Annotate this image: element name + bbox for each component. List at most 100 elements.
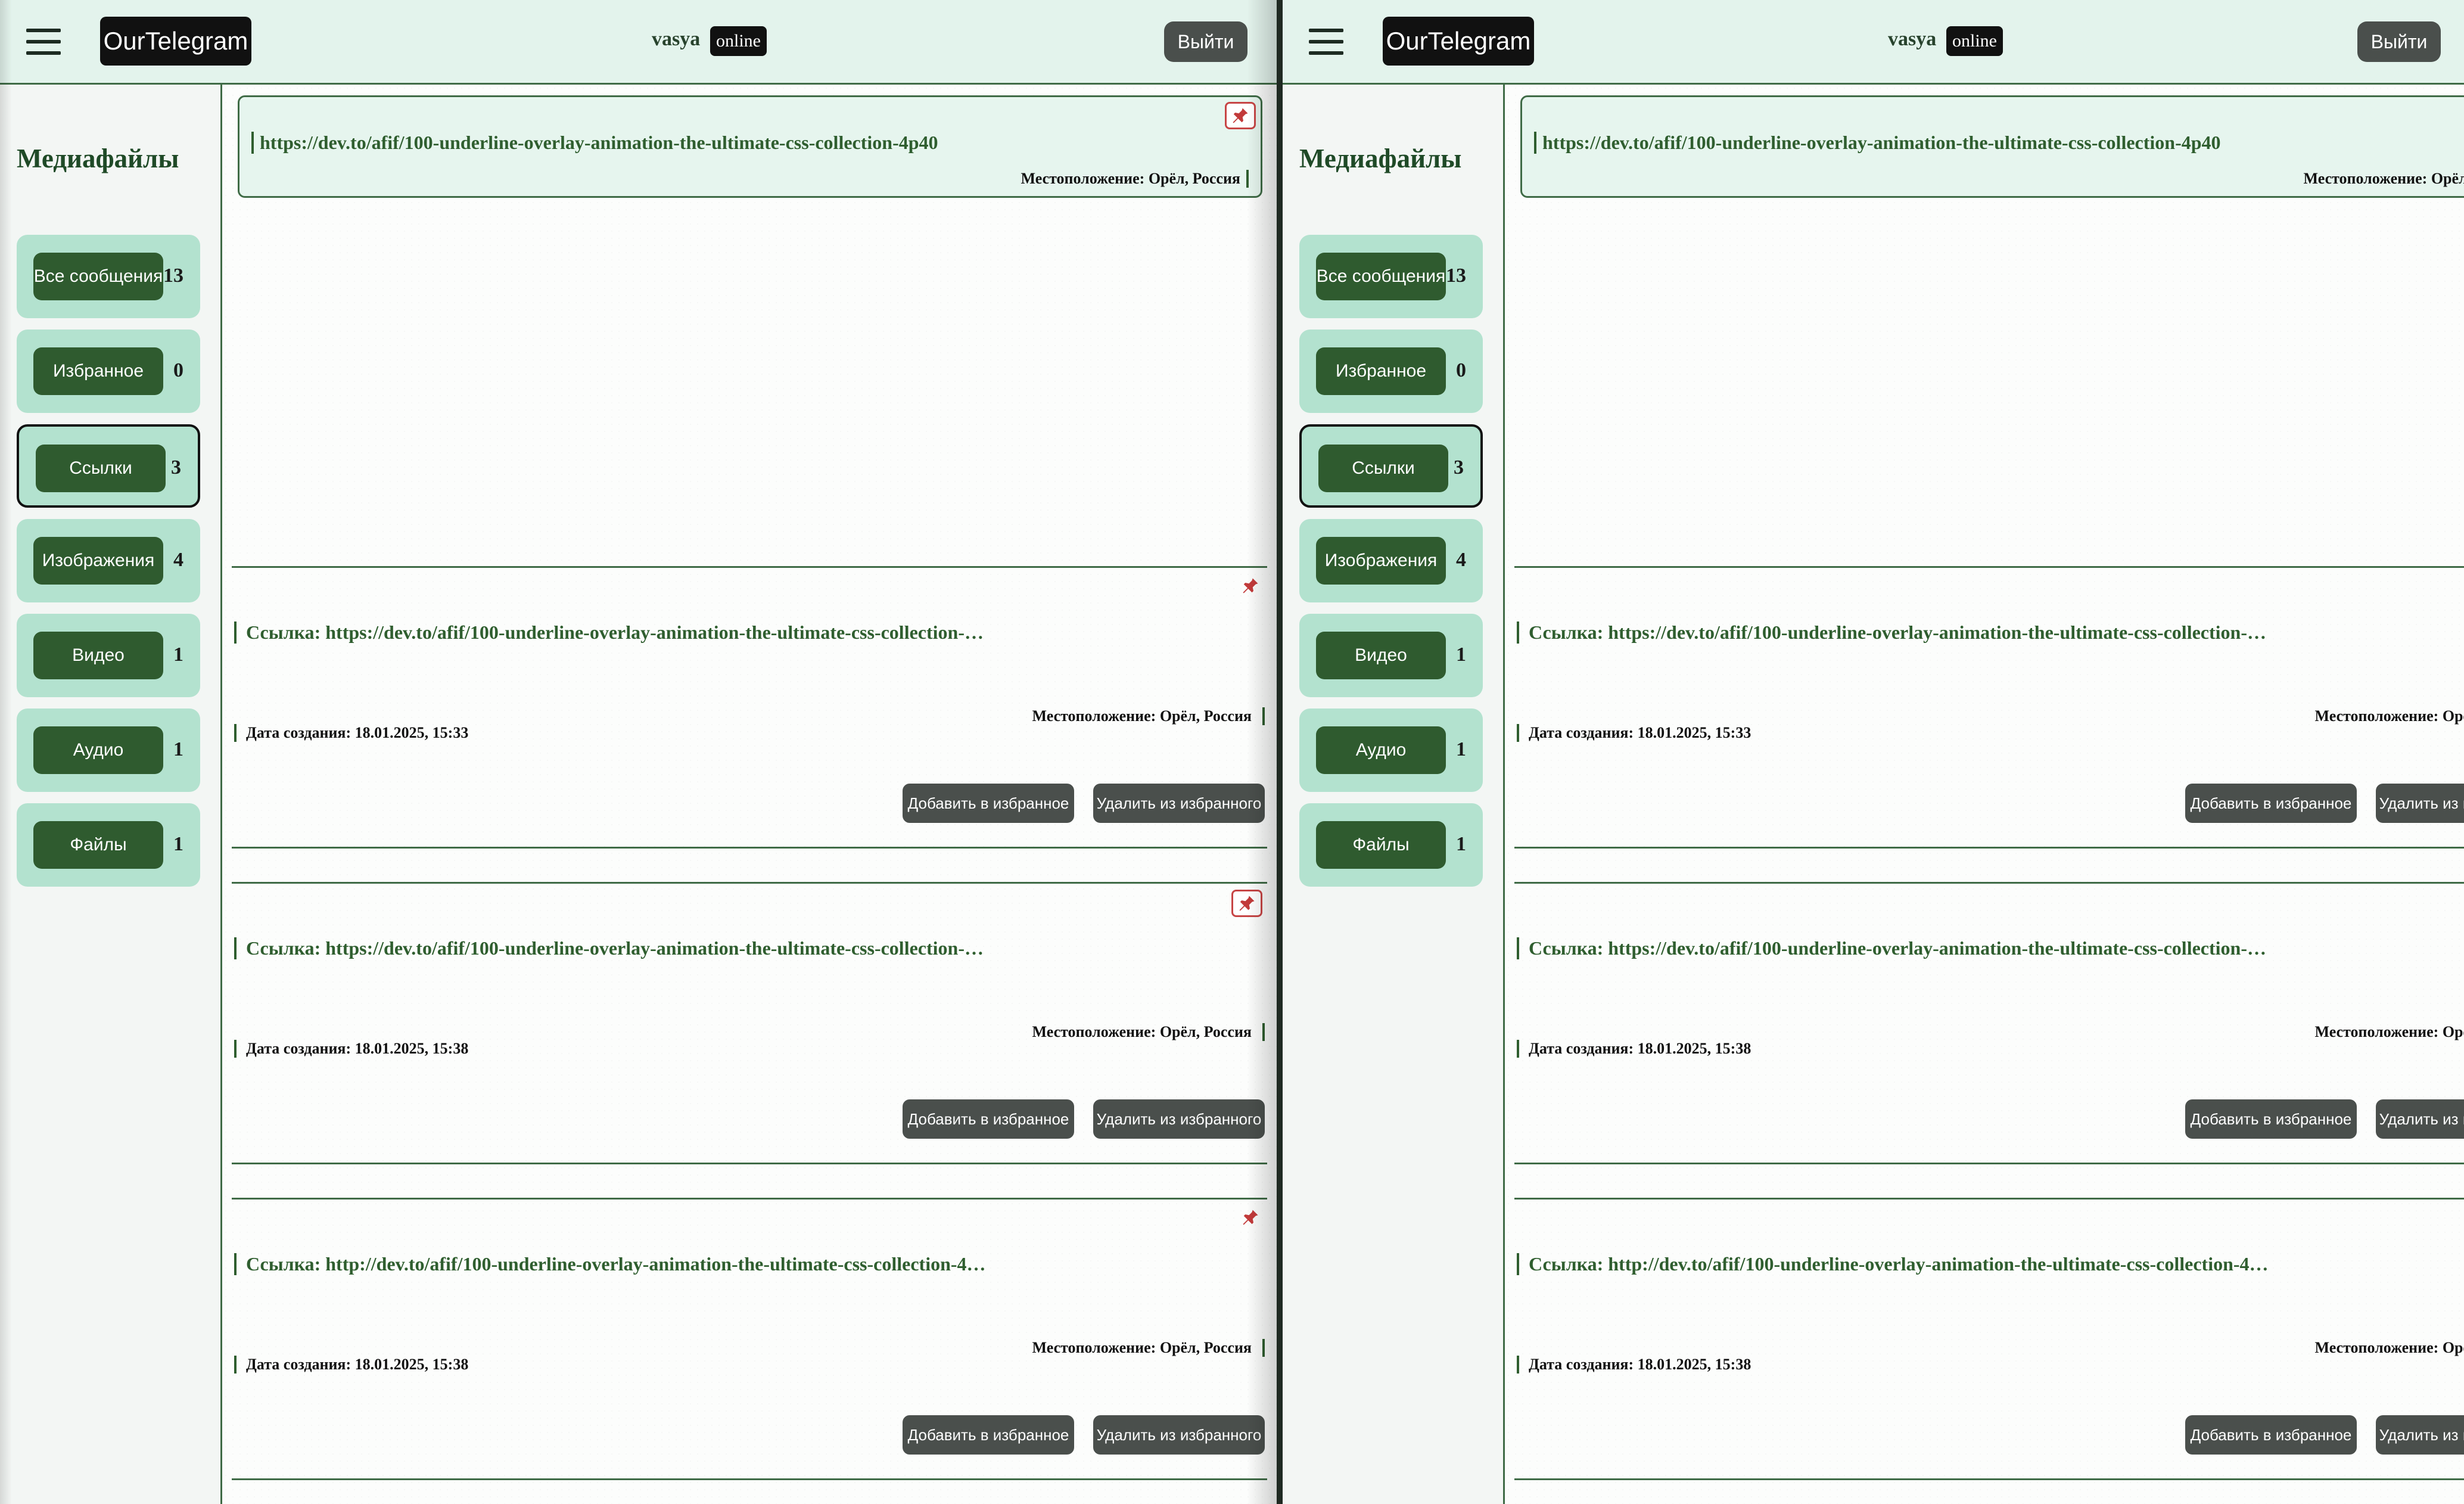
message-divider — [232, 1163, 1267, 1164]
sidebar-item[interactable]: Избранное 0 — [17, 330, 200, 413]
sidebar-item[interactable]: Файлы 1 — [1299, 803, 1483, 887]
sidebar-item-count: 1 — [1456, 833, 1466, 855]
message-link[interactable]: Ссылка: http://dev.to/afif/100-underline… — [1517, 1253, 2269, 1275]
sidebar-item[interactable]: Аудио 1 — [1299, 709, 1483, 792]
sidebar-item[interactable]: Файлы 1 — [17, 803, 200, 887]
sidebar-item-button[interactable]: Файлы — [1316, 821, 1446, 869]
message-location: Местоположение: Орёл, Россия — [2315, 707, 2464, 725]
remove-favorite-button[interactable]: Удалить из избранного — [1093, 1415, 1265, 1455]
sidebar-item-count: 1 — [173, 644, 183, 666]
edge-shadow — [0, 0, 12, 1504]
message-feed[interactable]: https://dev.to/afif/100-underline-overla… — [222, 85, 1277, 1504]
message-feed[interactable]: https://dev.to/afif/100-underline-overla… — [1505, 85, 2464, 1504]
message-location: Местоположение: Орёл, Россия — [1032, 1339, 1265, 1357]
remove-favorite-button[interactable]: Удалить из избранного — [2376, 784, 2464, 823]
sidebar-item-count: 1 — [173, 738, 183, 760]
sidebar-item[interactable]: Ссылки 3 — [17, 424, 200, 508]
message-link[interactable]: Ссылка: https://dev.to/afif/100-underlin… — [1517, 622, 2266, 644]
pane-left: OurTelegram vasya online Выйти Медиафайл… — [0, 0, 1277, 1504]
sidebar-item-count: 1 — [173, 833, 183, 855]
sidebar-item[interactable]: Видео 1 — [17, 614, 200, 697]
divider-shadow — [1247, 0, 1277, 1504]
message-card: Ссылка: http://dev.to/afif/100-underline… — [1514, 1198, 2464, 1480]
message-date: Дата создания: 18.01.2025, 15:33 — [1517, 724, 1751, 742]
remove-favorite-button[interactable]: Удалить из избранного — [2376, 1099, 2464, 1139]
sidebar-item-count: 1 — [1456, 738, 1466, 760]
add-favorite-button[interactable]: Добавить в избранное — [2185, 1099, 2357, 1139]
message-link[interactable]: Ссылка: https://dev.to/afif/100-underlin… — [234, 622, 984, 644]
message-link[interactable]: Ссылка: https://dev.to/afif/100-underlin… — [1517, 937, 2266, 959]
add-favorite-button[interactable]: Добавить в избранное — [2185, 784, 2357, 823]
username: vasya — [652, 28, 701, 50]
online-status-badge: online — [1946, 26, 2003, 56]
remove-favorite-button[interactable]: Удалить из избранного — [1093, 784, 1265, 823]
sidebar-item-button[interactable]: Избранное — [33, 347, 163, 395]
sidebar-item-count: 4 — [1456, 549, 1466, 571]
sidebar-item-count: 3 — [171, 456, 181, 478]
sidebar-item-button[interactable]: Аудио — [1316, 726, 1446, 774]
sidebar-item[interactable]: Ссылки 3 — [1299, 424, 1483, 508]
sidebar-item-count: 3 — [1454, 456, 1464, 478]
sidebar-item-button[interactable]: Все сообщения — [1316, 253, 1446, 300]
sidebar-item-button[interactable]: Видео — [33, 632, 163, 679]
message-divider — [232, 1478, 1267, 1480]
remove-favorite-button[interactable]: Удалить из избранного — [1093, 1099, 1265, 1139]
add-favorite-button[interactable]: Добавить в избранное — [903, 1415, 1074, 1455]
logout-button[interactable]: Выйти — [1164, 21, 1247, 62]
message-card: Ссылка: https://dev.to/afif/100-underlin… — [232, 566, 1267, 849]
sidebar-item-count: 0 — [1456, 359, 1466, 381]
sidebar-item-button[interactable]: Изображения — [33, 537, 163, 585]
sidebar-title: Медиафайлы — [17, 144, 179, 173]
sidebar-item[interactable]: Аудио 1 — [17, 709, 200, 792]
add-favorite-button[interactable]: Добавить в избранное — [903, 1099, 1074, 1139]
hamburger-menu-icon[interactable] — [1309, 29, 1343, 55]
sidebar-item[interactable]: Все сообщения 13 — [1299, 235, 1483, 318]
message-date: Дата создания: 18.01.2025, 15:38 — [234, 1356, 468, 1374]
sidebar-item[interactable]: Изображения 4 — [17, 519, 200, 602]
sidebar-item-button[interactable]: Изображения — [1316, 537, 1446, 585]
username: vasya — [1888, 28, 1937, 50]
message-location: Местоположение: Орёл, Россия — [2315, 1023, 2464, 1041]
message-divider — [1514, 1478, 2464, 1480]
pinned-message[interactable]: https://dev.to/afif/100-underline-overla… — [1520, 95, 2464, 198]
message-link[interactable]: Ссылка: https://dev.to/afif/100-underlin… — [234, 937, 984, 959]
top-header: OurTelegram vasya online Выйти — [1283, 0, 2464, 85]
add-favorite-button[interactable]: Добавить в избранное — [2185, 1415, 2357, 1455]
top-header: OurTelegram vasya online Выйти — [0, 0, 1277, 85]
app-logo[interactable]: OurTelegram — [100, 17, 251, 66]
message-date: Дата создания: 18.01.2025, 15:38 — [234, 1040, 468, 1058]
sidebar-item-button[interactable]: Ссылки — [1318, 445, 1448, 492]
sidebar-item-button[interactable]: Ссылки — [36, 445, 166, 492]
sidebar-item[interactable]: Видео 1 — [1299, 614, 1483, 697]
message-link[interactable]: Ссылка: http://dev.to/afif/100-underline… — [234, 1253, 986, 1275]
sidebar-item[interactable]: Все сообщения 13 — [17, 235, 200, 318]
window-divider — [1277, 0, 1283, 1504]
app-logo[interactable]: OurTelegram — [1383, 17, 1534, 66]
sidebar-item-button[interactable]: Аудио — [33, 726, 163, 774]
pinned-location: Местоположение: Орёл, Россия — [1021, 170, 1249, 188]
message-date: Дата создания: 18.01.2025, 15:38 — [1517, 1356, 1751, 1374]
add-favorite-button[interactable]: Добавить в избранное — [903, 784, 1074, 823]
sidebar-item-button[interactable]: Все сообщения — [33, 253, 163, 300]
logout-button[interactable]: Выйти — [2357, 21, 2441, 62]
sidebar-item-button[interactable]: Избранное — [1316, 347, 1446, 395]
sidebar-item-count: 13 — [163, 265, 183, 287]
sidebar-item-button[interactable]: Файлы — [33, 821, 163, 869]
online-status-badge: online — [710, 26, 767, 56]
sidebar-item-count: 13 — [1446, 265, 1466, 287]
message-card: Ссылка: http://dev.to/afif/100-underline… — [232, 1198, 1267, 1480]
pinned-message[interactable]: https://dev.to/afif/100-underline-overla… — [238, 95, 1262, 198]
sidebar-item-count: 1 — [1456, 644, 1466, 666]
sidebar-item[interactable]: Изображения 4 — [1299, 519, 1483, 602]
sidebar-item[interactable]: Избранное 0 — [1299, 330, 1483, 413]
sidebar-item-button[interactable]: Видео — [1316, 632, 1446, 679]
hamburger-menu-icon[interactable] — [26, 29, 61, 55]
pinned-location: Местоположение: Орёл, Россия — [2304, 170, 2464, 188]
media-sidebar: Медиафайлы Все сообщения 13 Избранное 0 Ссыл… — [0, 85, 222, 1504]
sidebar-title: Медиафайлы — [1299, 144, 1462, 173]
pinned-link[interactable]: https://dev.to/afif/100-underline-overla… — [1534, 132, 2221, 154]
remove-favorite-button[interactable]: Удалить из избранного — [2376, 1415, 2464, 1455]
message-date: Дата создания: 18.01.2025, 15:33 — [234, 724, 468, 742]
pane-right: OurTelegram vasya online Выйти Медиафайл… — [1283, 0, 2464, 1504]
pinned-link[interactable]: https://dev.to/afif/100-underline-overla… — [251, 132, 938, 154]
